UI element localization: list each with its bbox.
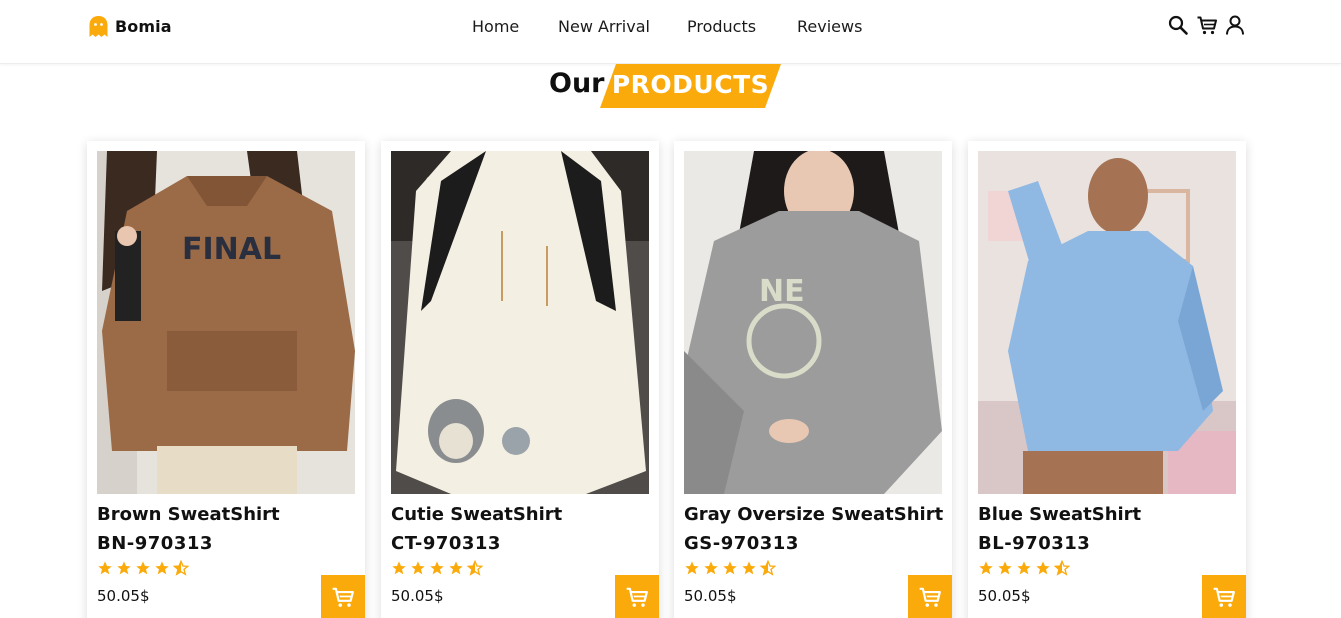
product-price: 50.05$ <box>684 587 737 605</box>
main-nav: Home New Arrival Products Reviews <box>0 17 1341 39</box>
site-header: Bomia Home New Arrival Products Reviews <box>0 0 1341 64</box>
cart-icon <box>626 587 648 607</box>
add-to-cart-button[interactable] <box>321 575 365 618</box>
product-code: CT-970313 <box>391 533 501 554</box>
star-icon <box>979 561 993 575</box>
star-icon <box>1036 561 1050 575</box>
cart-icon <box>919 587 941 607</box>
product-card[interactable]: Blue SweatShirt BL-970313 50.05$ <box>968 141 1246 618</box>
blue-hoodie-photo[interactable] <box>978 151 1236 494</box>
section-title-plain: Our <box>549 68 605 99</box>
star-icon <box>392 561 406 575</box>
product-price: 50.05$ <box>97 587 150 605</box>
search-icon[interactable] <box>1167 14 1189 36</box>
star-half-icon <box>173 560 189 576</box>
star-icon <box>998 561 1012 575</box>
product-name: Gray Oversize SweatShirt <box>684 504 944 525</box>
rating-stars <box>391 560 483 578</box>
star-half-icon <box>467 560 483 576</box>
cart-icon <box>332 587 354 607</box>
section-title-badge: PRODUCTS <box>600 64 781 108</box>
product-code: BL-970313 <box>978 533 1091 554</box>
nav-item-products[interactable]: Products <box>687 17 756 36</box>
svg-text:NE: NE <box>759 274 805 309</box>
product-code: BN-970313 <box>97 533 213 554</box>
section-title-highlight: PRODUCTS <box>611 70 770 99</box>
star-icon <box>117 561 131 575</box>
star-icon <box>449 561 463 575</box>
rating-stars <box>97 560 189 578</box>
section-heading: Our PRODUCTS <box>0 64 1341 110</box>
product-card[interactable]: NE Gray Oversize SweatShirt GS-970313 50… <box>674 141 952 618</box>
cream-totoro-sweatshirt-photo[interactable] <box>391 151 649 494</box>
add-to-cart-button[interactable] <box>908 575 952 618</box>
product-price: 50.05$ <box>391 587 444 605</box>
product-card[interactable]: Cutie SweatShirt CT-970313 50.05$ <box>381 141 659 618</box>
star-icon <box>1017 561 1031 575</box>
gray-oversize-sweatshirt-photo[interactable]: NE <box>684 151 942 494</box>
star-icon <box>430 561 444 575</box>
nav-item-new-arrival[interactable]: New Arrival <box>558 17 650 36</box>
star-icon <box>723 561 737 575</box>
star-icon <box>704 561 718 575</box>
product-code: GS-970313 <box>684 533 799 554</box>
add-to-cart-button[interactable] <box>615 575 659 618</box>
add-to-cart-button[interactable] <box>1202 575 1246 618</box>
star-icon <box>411 561 425 575</box>
svg-text:FINAL: FINAL <box>182 232 281 267</box>
star-icon <box>742 561 756 575</box>
product-card[interactable]: FINAL Brown SweatShirt BN-970313 50.05$ <box>87 141 365 618</box>
nav-item-home[interactable]: Home <box>472 17 519 36</box>
brown-hoodie-photo[interactable]: FINAL <box>97 151 355 494</box>
nav-item-reviews[interactable]: Reviews <box>797 17 862 36</box>
rating-stars <box>978 560 1070 578</box>
cart-icon[interactable] <box>1196 14 1218 36</box>
star-icon <box>685 561 699 575</box>
star-half-icon <box>760 560 776 576</box>
star-icon <box>136 561 150 575</box>
user-icon[interactable] <box>1224 14 1246 36</box>
star-icon <box>155 561 169 575</box>
product-name: Cutie SweatShirt <box>391 504 563 525</box>
product-name: Blue SweatShirt <box>978 504 1142 525</box>
product-name: Brown SweatShirt <box>97 504 280 525</box>
cart-icon <box>1213 587 1235 607</box>
star-icon <box>98 561 112 575</box>
rating-stars <box>684 560 776 578</box>
star-half-icon <box>1054 560 1070 576</box>
product-price: 50.05$ <box>978 587 1031 605</box>
